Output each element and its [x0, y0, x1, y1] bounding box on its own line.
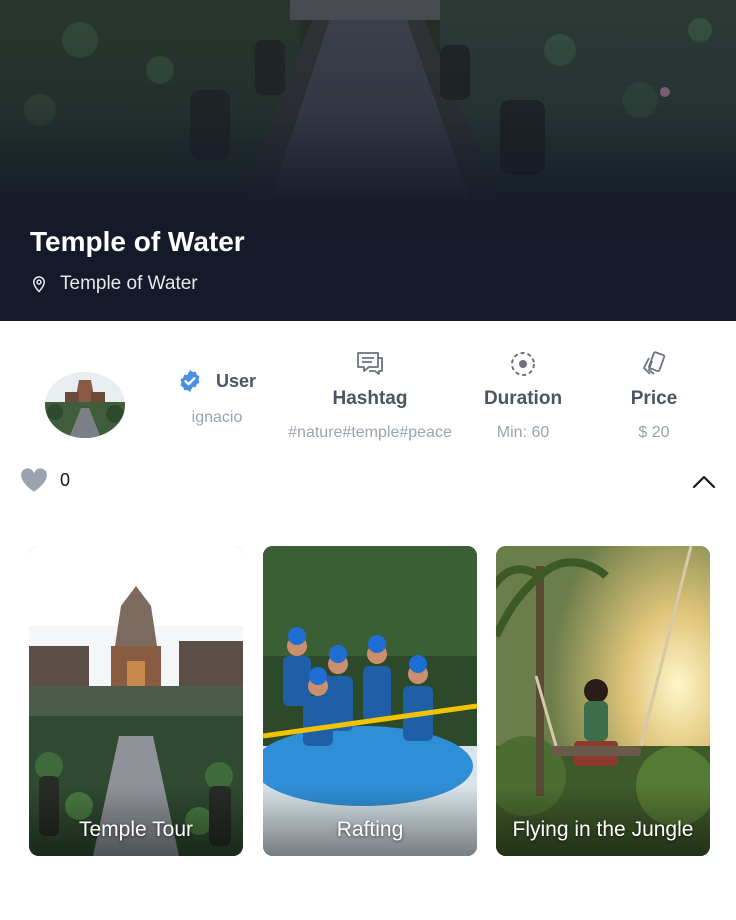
stat-price-value: $ 20: [638, 424, 670, 441]
stat-hashtag-value: #nature#temple#peace: [288, 424, 452, 441]
heart-icon[interactable]: [20, 467, 48, 493]
hero-banner: Temple of Water Temple of Water: [0, 0, 736, 321]
stat-price: Price $ 20: [614, 350, 694, 442]
timer-dashed-icon: [511, 352, 535, 376]
like-control[interactable]: 0: [20, 467, 70, 493]
verified-badge-icon: [180, 370, 200, 392]
stat-user-value: ignacio: [191, 409, 243, 426]
experience-card-flying-in-the-jungle[interactable]: Flying in the Jungle: [496, 546, 710, 856]
experience-card-rafting[interactable]: Rafting: [263, 546, 477, 856]
card-title: Rafting: [336, 818, 404, 841]
experience-card-temple-tour[interactable]: Temple Tour: [29, 546, 243, 856]
stat-user-label: User: [215, 370, 257, 391]
card-title: Flying in the Jungle: [512, 818, 694, 841]
stat-hashtag-label: Hashtag: [332, 388, 408, 409]
avatar-image: [45, 372, 125, 438]
card-title: Temple Tour: [78, 818, 193, 841]
stat-duration-label: Duration: [483, 388, 563, 409]
map-pin-icon: [32, 276, 46, 293]
hero-location-text: Temple of Water: [60, 273, 198, 294]
stat-duration: Duration Min: 60: [472, 350, 574, 442]
stat-hashtag: Hashtag #nature#temple#peace: [278, 350, 462, 442]
like-count: 0: [60, 469, 71, 490]
price-tags-icon: [643, 351, 666, 375]
stat-duration-value: Min: 60: [496, 424, 550, 441]
stat-user: User ignacio: [172, 369, 262, 427]
chat-bubbles-icon: [357, 352, 383, 375]
chevron-up-icon[interactable]: [690, 470, 718, 492]
hero-location: Temple of Water: [30, 273, 198, 295]
page-title: Temple of Water: [30, 226, 245, 257]
avatar: [45, 372, 125, 438]
stat-price-label: Price: [630, 388, 678, 409]
